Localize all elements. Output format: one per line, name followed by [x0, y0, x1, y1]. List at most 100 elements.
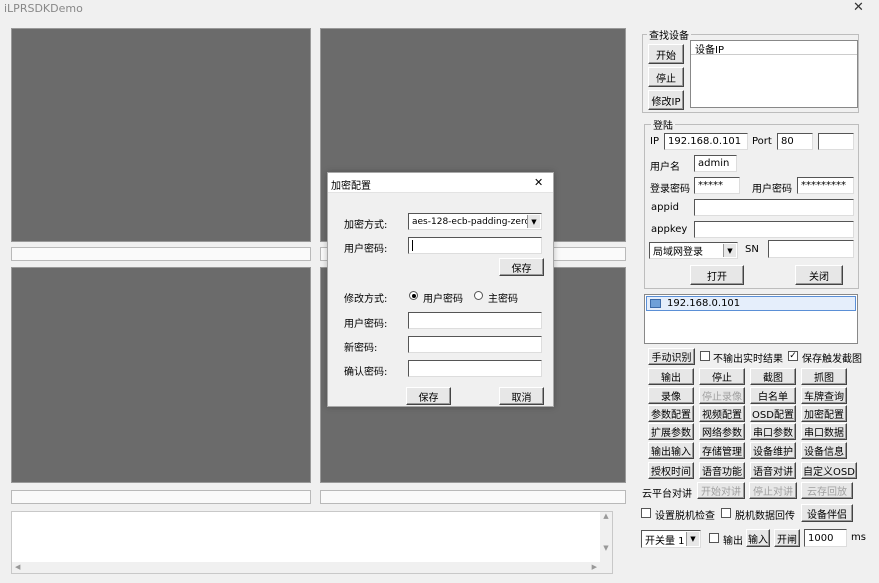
- serial-data-button[interactable]: 串口数据: [801, 423, 847, 440]
- capture-button[interactable]: 抓图: [801, 368, 847, 385]
- login-password-input[interactable]: *****: [694, 177, 740, 194]
- user-password-label: 用户密码: [752, 184, 792, 195]
- video-pane-1[interactable]: [11, 28, 311, 242]
- switch-select[interactable]: 开关量 1 ▼: [641, 530, 701, 548]
- no-realtime-result-checkbox[interactable]: [700, 351, 710, 361]
- dialog-user-password-input[interactable]: [408, 237, 542, 254]
- dialog-close-icon[interactable]: ✕: [534, 176, 543, 189]
- log-vscrollbar[interactable]: ▲ ▼: [600, 512, 612, 573]
- confirm-password-input[interactable]: [408, 360, 542, 377]
- voice-intercom-button[interactable]: 语音对讲: [750, 462, 796, 479]
- serial-params-button[interactable]: 串口参数: [750, 423, 796, 440]
- license-time-button[interactable]: 授权时间: [648, 462, 694, 479]
- enc-method-value: aes-128-ecb-padding-zeros: [412, 216, 535, 227]
- sn-input[interactable]: [768, 240, 854, 258]
- video-pane-3[interactable]: [11, 267, 311, 483]
- open-button[interactable]: 打开: [690, 265, 744, 285]
- no-realtime-result-label: 不输出实时结果: [713, 354, 783, 365]
- device-ip-list-header[interactable]: 设备IP: [691, 41, 857, 56]
- appid-input[interactable]: [694, 199, 854, 216]
- connected-device-list[interactable]: 192.168.0.101: [644, 294, 858, 344]
- offline-data-return-label: 脱机数据回传: [735, 511, 795, 522]
- encrypt-config-button[interactable]: 加密配置: [801, 405, 847, 422]
- stop-button[interactable]: 停止: [699, 368, 745, 385]
- device-icon: [650, 299, 661, 308]
- log-area[interactable]: ▲ ▼ ◀ ▶: [11, 511, 613, 574]
- save-trigger-image-checkbox[interactable]: ✓: [788, 351, 798, 361]
- text-cursor: [412, 240, 413, 251]
- dialog-user-password-label: 用户密码:: [344, 244, 388, 255]
- output-button[interactable]: 输出: [648, 368, 694, 385]
- radio-master-password[interactable]: [474, 291, 483, 300]
- radio-user-password[interactable]: [409, 291, 418, 300]
- output-checkbox[interactable]: [709, 533, 719, 543]
- network-mode-select[interactable]: 局域网登录 ▼: [649, 242, 738, 259]
- cloud-playback-button[interactable]: 云存回放: [801, 482, 853, 499]
- modify-method-label: 修改方式:: [344, 294, 388, 305]
- modify-ip-button[interactable]: 修改IP: [648, 90, 684, 110]
- search-start-button[interactable]: 开始: [648, 44, 684, 64]
- open-gate-button[interactable]: 开闸: [774, 529, 800, 547]
- device-list-item[interactable]: 192.168.0.101: [646, 296, 856, 311]
- ip-input[interactable]: 192.168.0.101: [664, 133, 748, 150]
- log-hscrollbar[interactable]: ◀ ▶: [12, 562, 600, 573]
- manual-recognize-button[interactable]: 手动识别: [648, 348, 695, 365]
- network-mode-value: 局域网登录: [653, 247, 703, 258]
- whitelist-button[interactable]: 白名单: [750, 387, 796, 404]
- param-config-button[interactable]: 参数配置: [648, 405, 694, 422]
- chevron-down-icon[interactable]: ▼: [723, 244, 736, 257]
- io-button[interactable]: 输出输入: [648, 442, 694, 459]
- offline-check-checkbox[interactable]: [641, 508, 651, 518]
- user-password-input[interactable]: *********: [797, 177, 854, 194]
- ms-input[interactable]: 1000: [804, 529, 847, 547]
- plate-query-button[interactable]: 车牌查询: [801, 387, 847, 404]
- storage-manage-button[interactable]: 存储管理: [699, 442, 745, 459]
- device-maintain-button[interactable]: 设备维护: [750, 442, 796, 459]
- scroll-left-icon[interactable]: ◀: [15, 563, 20, 571]
- record-button[interactable]: 录像: [648, 387, 694, 404]
- port-extra-input[interactable]: [818, 133, 854, 150]
- new-password-input[interactable]: [408, 336, 542, 353]
- modify-user-password-input[interactable]: [408, 312, 542, 329]
- modify-user-password-label: 用户密码:: [344, 319, 388, 330]
- close-button[interactable]: 关闭: [795, 265, 843, 285]
- scroll-down-icon[interactable]: ▼: [600, 544, 612, 552]
- username-input[interactable]: admin: [694, 155, 737, 172]
- extend-params-button[interactable]: 扩展参数: [648, 423, 694, 440]
- appkey-input[interactable]: [694, 221, 854, 238]
- stop-record-button[interactable]: 停止录像: [699, 387, 745, 404]
- device-list-item-label: 192.168.0.101: [667, 298, 741, 309]
- dialog-title: 加密配置: [331, 181, 371, 192]
- start-intercom-button[interactable]: 开始对讲: [697, 482, 745, 499]
- scroll-up-icon[interactable]: ▲: [600, 512, 612, 520]
- offline-check-label: 设置脱机检查: [655, 511, 715, 522]
- input-button[interactable]: 输入: [746, 529, 770, 547]
- dialog-cancel-button[interactable]: 取消: [499, 387, 544, 405]
- port-label: Port: [752, 136, 772, 147]
- scroll-right-icon[interactable]: ▶: [592, 563, 597, 571]
- custom-osd-button[interactable]: 自定义OSD: [801, 462, 857, 479]
- offline-data-return-checkbox[interactable]: [721, 508, 731, 518]
- dialog-save-button-1[interactable]: 保存: [499, 258, 544, 276]
- video-config-button[interactable]: 视频配置: [699, 405, 745, 422]
- new-password-label: 新密码:: [344, 343, 378, 354]
- stop-intercom-button[interactable]: 停止对讲: [749, 482, 797, 499]
- device-companion-button[interactable]: 设备伴侣: [801, 504, 853, 522]
- osd-config-button[interactable]: OSD配置: [750, 405, 796, 422]
- window-close-icon[interactable]: ✕: [853, 0, 864, 15]
- chevron-down-icon[interactable]: ▼: [527, 215, 540, 228]
- screenshot-button[interactable]: 截图: [750, 368, 796, 385]
- cloud-intercom-label: 云平台对讲: [642, 489, 692, 500]
- dialog-save-button-2[interactable]: 保存: [406, 387, 451, 405]
- appkey-label: appkey: [651, 224, 688, 235]
- device-info-button[interactable]: 设备信息: [801, 442, 847, 459]
- voice-function-button[interactable]: 语音功能: [699, 462, 745, 479]
- network-params-button[interactable]: 网络参数: [699, 423, 745, 440]
- device-ip-list[interactable]: 设备IP: [690, 40, 858, 108]
- enc-method-select[interactable]: aes-128-ecb-padding-zeros ▼: [408, 213, 542, 230]
- port-input[interactable]: 80: [777, 133, 813, 150]
- ip-label: IP: [650, 136, 659, 147]
- confirm-password-label: 确认密码:: [344, 367, 388, 378]
- search-stop-button[interactable]: 停止: [648, 67, 684, 87]
- chevron-down-icon[interactable]: ▼: [686, 532, 699, 546]
